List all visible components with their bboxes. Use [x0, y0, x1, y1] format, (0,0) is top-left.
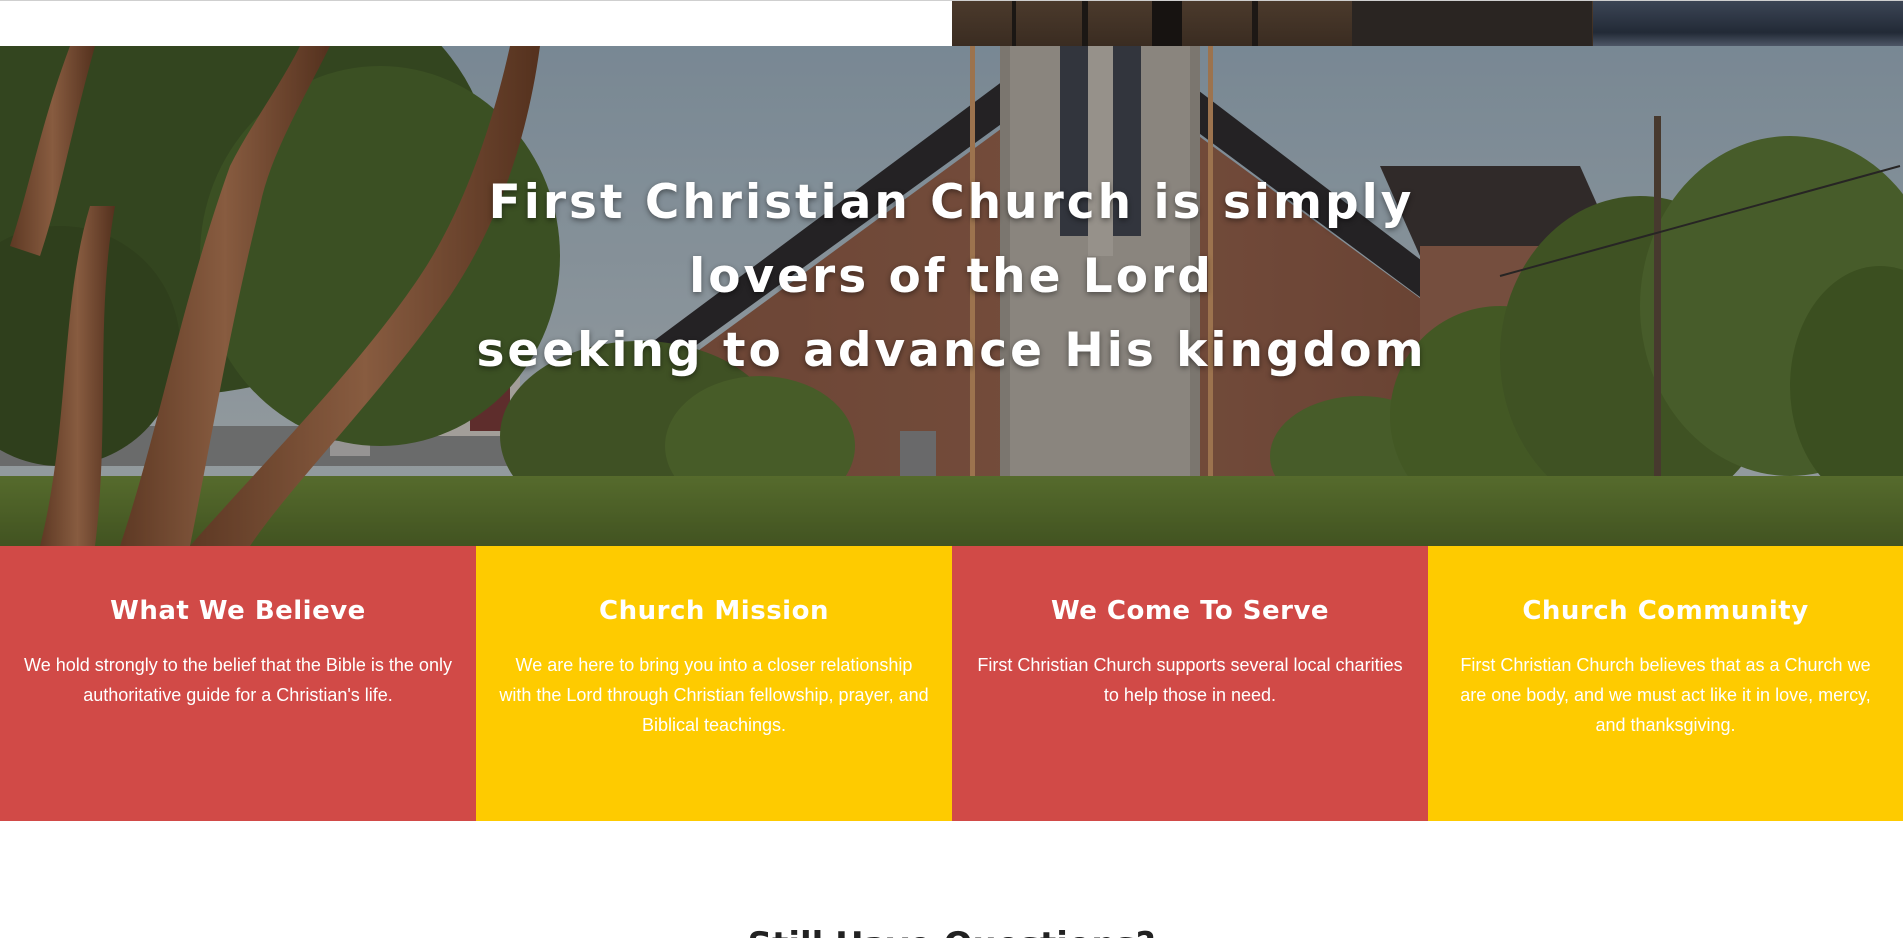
hero-banner: First Christian Church is simply lovers …: [0, 46, 1903, 546]
feature-boxes: What We Believe We hold strongly to the …: [0, 546, 1903, 821]
feature-title: We Come To Serve: [1050, 596, 1330, 626]
feature-what-we-believe: What We Believe We hold strongly to the …: [0, 546, 476, 821]
hero-title-line: lovers of the Lord: [689, 249, 1214, 304]
top-strip-blank: [0, 1, 952, 46]
feature-we-come-to-serve: We Come To Serve First Christian Church …: [952, 546, 1428, 821]
feature-title: Church Community: [1522, 596, 1809, 626]
feature-title: What We Believe: [110, 596, 366, 626]
feature-text: We hold strongly to the belief that the …: [24, 655, 452, 705]
hero-title-line: seeking to advance His kingdom: [476, 323, 1427, 378]
feature-text: First Christian Church supports several …: [977, 655, 1403, 705]
hero-title: First Christian Church is simply lovers …: [0, 166, 1903, 388]
hero-title-line: First Christian Church is simply: [488, 175, 1415, 230]
feature-title: Church Mission: [599, 596, 829, 626]
feature-text: We are here to bring you into a closer r…: [499, 655, 929, 735]
feature-church-community: Church Community First Christian Church …: [1428, 546, 1903, 821]
questions-section: Still Have Questions?: [0, 821, 1903, 938]
feature-text: First Christian Church believes that as …: [1460, 655, 1871, 735]
top-strip: [0, 0, 1903, 46]
top-strip-photo: [952, 1, 1903, 46]
feature-church-mission: Church Mission We are here to bring you …: [476, 546, 952, 821]
questions-title: Still Have Questions?: [0, 925, 1903, 938]
